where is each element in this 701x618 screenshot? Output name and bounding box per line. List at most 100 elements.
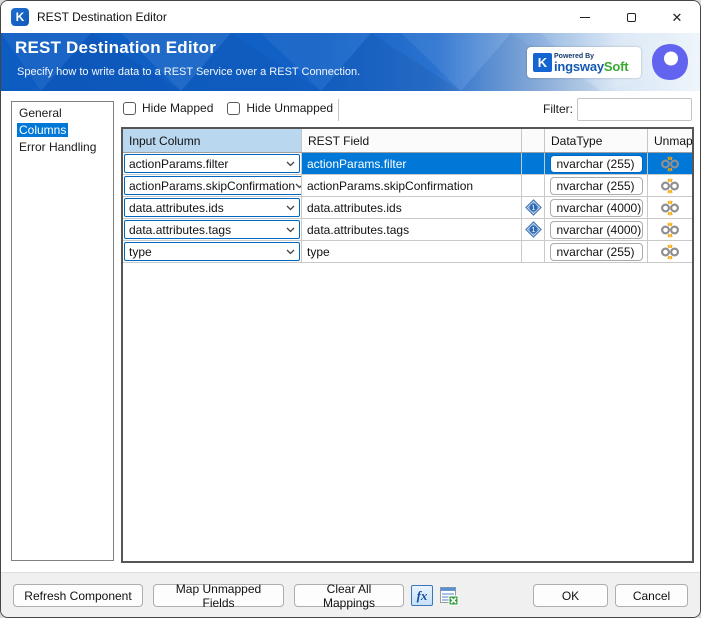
input-column-dropdown[interactable]: data.attributes.tags: [124, 220, 300, 239]
unmap-button-cell[interactable]: [648, 241, 692, 263]
column-header-input-column[interactable]: Input Column: [123, 129, 302, 152]
sidebar-item-columns[interactable]: Columns: [15, 122, 113, 138]
svg-text:1: 1: [531, 226, 535, 234]
table-row: data.attributes.ids data.attributes.ids 1 n…: [123, 197, 692, 219]
datatype-cell: nvarchar (255): [545, 241, 648, 263]
input-column-cell: actionParams.skipConfirmation: [123, 175, 302, 197]
page-subtitle: Specify how to write data to a REST Serv…: [17, 66, 361, 78]
toolbar-separator: [338, 99, 339, 121]
filter-input[interactable]: [577, 98, 692, 121]
sidebar-item-error-handling[interactable]: Error Handling: [15, 139, 113, 155]
info-diamond-icon: 1: [524, 199, 542, 216]
close-icon: ✕: [671, 9, 683, 25]
minimize-button[interactable]: [562, 1, 608, 33]
filter-label: Filter:: [543, 102, 573, 116]
grid-toolbar: Hide Mapped Hide Unmapped Filter:: [121, 98, 694, 123]
column-header-unmap[interactable]: Unmap: [648, 129, 692, 152]
datatype-cell: nvarchar (4000): [545, 219, 648, 241]
table-row: data.attributes.tags data.attributes.tags…: [123, 219, 692, 241]
unmap-button-cell[interactable]: [648, 219, 692, 241]
row-info-cell: [522, 175, 545, 197]
close-button[interactable]: ✕: [654, 1, 700, 33]
rest-destination-editor-dialog: K REST Destination Editor ✕ REST Destina…: [0, 0, 701, 618]
hide-unmapped-checkbox-box[interactable]: [227, 101, 241, 115]
input-column-dropdown[interactable]: actionParams.filter: [124, 154, 300, 173]
row-info-cell: [522, 241, 545, 263]
chevron-down-icon: [295, 183, 301, 188]
svg-text:1: 1: [531, 204, 535, 212]
table-row: actionParams.skipConfirmation actionParam…: [123, 175, 692, 197]
row-info-cell: 1: [522, 219, 545, 241]
footer-bar: Refresh Component Map Unmapped Fields Cl…: [1, 572, 700, 617]
sidebar-item-label: General: [19, 106, 62, 120]
datatype-box[interactable]: nvarchar (255): [549, 154, 643, 173]
input-column-value: data.attributes.ids: [129, 200, 224, 215]
input-column-cell: data.attributes.ids: [123, 197, 302, 219]
input-column-cell: type: [123, 241, 302, 263]
settings-nav: General Columns Error Handling: [11, 101, 114, 561]
rest-field-cell[interactable]: type: [302, 241, 522, 263]
header-banner: REST Destination Editor Specify how to w…: [1, 33, 700, 91]
rest-field-cell[interactable]: actionParams.skipConfirmation: [302, 175, 522, 197]
brand-name: ingsway: [554, 58, 604, 74]
unmap-broken-link-icon: [660, 200, 680, 215]
unmap-button-cell[interactable]: [648, 175, 692, 197]
outreach-logo-icon: [652, 44, 688, 80]
chevron-down-icon: [286, 205, 295, 210]
kingswaysoft-k-icon: K: [533, 53, 552, 72]
mapping-grid: Input Column REST Field DataType Unmap a…: [121, 127, 694, 563]
rest-field-cell[interactable]: actionParams.filter: [302, 153, 522, 175]
datatype-box[interactable]: nvarchar (4000): [549, 198, 643, 217]
page-title: REST Destination Editor: [15, 38, 217, 57]
hide-mapped-checkbox[interactable]: Hide Mapped: [123, 101, 213, 115]
sidebar-item-general[interactable]: General: [15, 105, 113, 121]
table-row: type type nvarchar (255): [123, 241, 692, 263]
datatype-cell: nvarchar (255): [545, 175, 648, 197]
grid-body: actionParams.filter actionParams.filter nv…: [123, 153, 692, 263]
expression-fx-button[interactable]: fx: [411, 585, 433, 606]
input-column-cell: data.attributes.tags: [123, 219, 302, 241]
export-grid-icon: [440, 586, 459, 605]
row-info-cell: 1: [522, 197, 545, 219]
kingswaysoft-badge: K Powered By ingswaySoft: [527, 47, 641, 78]
refresh-component-button[interactable]: Refresh Component: [13, 584, 143, 607]
export-grid-button[interactable]: [438, 585, 460, 606]
rest-field-cell[interactable]: data.attributes.ids: [302, 197, 522, 219]
dialog-content: General Columns Error Handling Hide Mapped…: [1, 91, 700, 572]
sidebar-item-label: Error Handling: [19, 140, 97, 154]
datatype-box[interactable]: nvarchar (255): [549, 176, 643, 195]
sidebar-item-label: Columns: [17, 123, 69, 137]
app-icon: K: [11, 8, 29, 26]
input-column-value: type: [129, 244, 152, 259]
hide-unmapped-checkbox[interactable]: Hide Unmapped: [227, 101, 333, 115]
grid-header-row: Input Column REST Field DataType Unmap: [123, 129, 692, 153]
maximize-button[interactable]: [608, 1, 654, 33]
input-column-dropdown[interactable]: actionParams.skipConfirmation: [124, 176, 301, 195]
brand-soft: Soft: [603, 58, 629, 74]
minimize-icon: [580, 16, 590, 18]
unmap-button-cell[interactable]: [648, 153, 692, 175]
column-header-rest-field[interactable]: REST Field: [302, 129, 522, 152]
chevron-down-icon: [286, 249, 295, 254]
input-column-dropdown[interactable]: type: [124, 242, 300, 261]
input-column-dropdown[interactable]: data.attributes.ids: [124, 198, 300, 217]
ok-button[interactable]: OK: [533, 584, 608, 607]
column-header-icon: [522, 129, 545, 152]
title-bar: K REST Destination Editor ✕: [1, 1, 700, 33]
input-column-cell: actionParams.filter: [123, 153, 302, 175]
datatype-box[interactable]: nvarchar (4000): [549, 220, 643, 239]
input-column-value: data.attributes.tags: [129, 222, 232, 237]
chevron-down-icon: [286, 227, 295, 232]
hide-mapped-checkbox-box[interactable]: [123, 101, 136, 115]
table-row: actionParams.filter actionParams.filter nv…: [123, 153, 692, 175]
clear-all-mappings-button[interactable]: Clear All Mappings: [294, 582, 404, 610]
column-header-datatype[interactable]: DataType: [545, 129, 648, 152]
map-unmapped-fields-button[interactable]: Map Unmapped Fields: [153, 582, 284, 610]
datatype-box[interactable]: nvarchar (255): [549, 242, 643, 261]
cancel-button[interactable]: Cancel: [615, 584, 688, 607]
unmap-button-cell[interactable]: [648, 197, 692, 219]
rest-field-cell[interactable]: data.attributes.tags: [302, 219, 522, 241]
datatype-cell: nvarchar (255): [545, 153, 648, 175]
window-title: REST Destination Editor: [37, 10, 167, 24]
info-diamond-icon: 1: [524, 221, 542, 238]
